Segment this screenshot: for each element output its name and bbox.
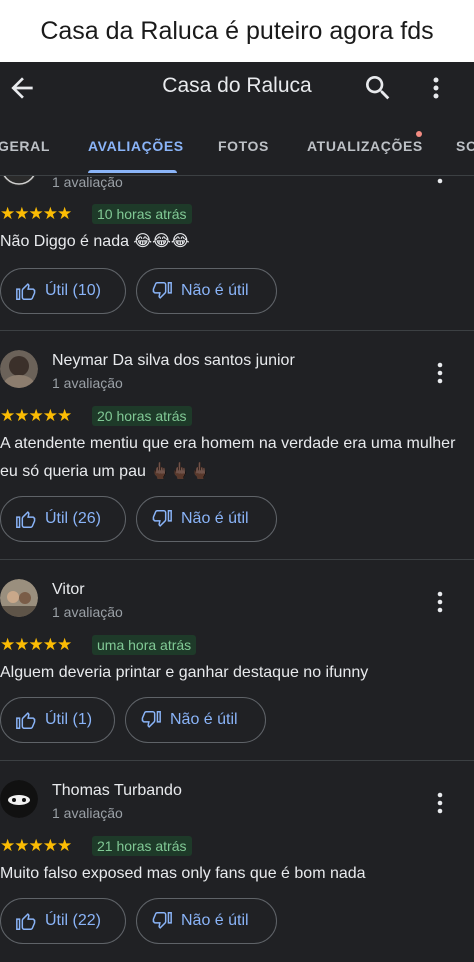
review-text: Alguem deveria printar e ganhar destaque…: [0, 664, 369, 681]
review-author[interactable]: Neymar Da silva dos santos junior: [52, 352, 295, 370]
page-title: Casa do Raluca: [162, 74, 312, 97]
tab-avaliacoes[interactable]: AVALIAÇÕES: [88, 138, 184, 154]
not-useful-label: Não é útil: [181, 510, 249, 527]
review-card: 1 avaliação ★★★★★ 10 horas atrás Não Dig…: [0, 176, 474, 332]
not-useful-label: Não é útil: [181, 282, 249, 299]
review-time-badge: 20 horas atrás: [92, 406, 192, 426]
review-count: 1 avaliação: [52, 375, 123, 391]
star-rating: ★★★★★: [0, 204, 72, 223]
phone-screen: Casa do Raluca GERAL AVALIAÇÕES FOTOS AT…: [0, 62, 474, 962]
useful-label: Útil (22): [45, 912, 102, 929]
useful-label: Útil (26): [45, 510, 102, 527]
tab-geral[interactable]: GERAL: [0, 138, 50, 154]
more-vert-icon[interactable]: [428, 358, 452, 388]
useful-label: Útil (10): [45, 282, 102, 299]
review-time-badge: uma hora atrás: [92, 635, 197, 655]
review-time-badge: 21 horas atrás: [92, 836, 192, 856]
search-icon[interactable]: [362, 72, 394, 104]
tab-atualizacoes[interactable]: ATUALIZAÇÕES: [307, 138, 423, 154]
star-rating: ★★★★★: [0, 635, 72, 654]
more-vert-icon[interactable]: [428, 176, 452, 188]
more-vert-icon[interactable]: [428, 587, 452, 617]
avatar[interactable]: [0, 350, 38, 388]
useful-label: Útil (1): [45, 711, 93, 728]
review-text: Muito falso exposed mas only fans que é …: [0, 865, 366, 882]
review-card: Neymar Da silva dos santos junior 1 aval…: [0, 331, 474, 559]
review-author[interactable]: Vitor: [52, 581, 85, 599]
thumb-up-icon: [16, 511, 36, 528]
avatar[interactable]: [0, 176, 38, 186]
thumb-down-icon: [152, 282, 172, 299]
post-caption: Casa da Raluca é puteiro agora fds: [0, 0, 474, 62]
notification-dot: [416, 131, 422, 137]
tab-fotos[interactable]: FOTOS: [218, 138, 269, 154]
review-count: 1 avaliação: [52, 176, 123, 190]
useful-button[interactable]: Útil (10): [0, 268, 126, 314]
active-tab-indicator: [88, 170, 177, 173]
star-rating: ★★★★★: [0, 836, 72, 855]
not-useful-button[interactable]: Não é útil: [125, 697, 266, 743]
useful-button[interactable]: Útil (22): [0, 898, 126, 944]
thumb-up-icon: [16, 283, 36, 300]
review-text: Não Diggo é nada 😂😂😂: [0, 233, 190, 250]
review-count: 1 avaliação: [52, 604, 123, 620]
tab-more[interactable]: SO: [456, 138, 474, 154]
more-vert-icon[interactable]: [424, 72, 448, 104]
review-author[interactable]: Thomas Turbando: [52, 782, 182, 800]
review-card: Vitor 1 avaliação ★★★★★ uma hora atrás A…: [0, 560, 474, 760]
not-useful-button[interactable]: Não é útil: [136, 496, 277, 542]
thumb-down-icon: [141, 711, 161, 728]
thumb-up-icon: [16, 712, 36, 729]
thumb-down-icon: [152, 510, 172, 527]
more-vert-icon[interactable]: [428, 788, 452, 818]
review-card: Thomas Turbando 1 avaliação ★★★★★ 21 hor…: [0, 761, 474, 962]
not-useful-button[interactable]: Não é útil: [136, 268, 277, 314]
useful-button[interactable]: Útil (1): [0, 697, 115, 743]
not-useful-label: Não é útil: [170, 711, 238, 728]
avatar[interactable]: [0, 579, 38, 617]
reviews-list[interactable]: 1 avaliação ★★★★★ 10 horas atrás Não Dig…: [0, 176, 474, 962]
review-text: A atendente mentiu que era homem na verd…: [0, 435, 456, 480]
not-useful-button[interactable]: Não é útil: [136, 898, 277, 944]
star-rating: ★★★★★: [0, 406, 72, 425]
review-time-badge: 10 horas atrás: [92, 204, 192, 224]
review-count: 1 avaliação: [52, 805, 123, 821]
avatar[interactable]: [0, 780, 38, 818]
useful-button[interactable]: Útil (26): [0, 496, 126, 542]
thumb-up-icon: [16, 913, 36, 930]
thumb-down-icon: [152, 912, 172, 929]
tab-bar: GERAL AVALIAÇÕES FOTOS ATUALIZAÇÕES SO: [0, 124, 474, 176]
app-bar: Casa do Raluca: [0, 62, 474, 114]
not-useful-label: Não é útil: [181, 912, 249, 929]
